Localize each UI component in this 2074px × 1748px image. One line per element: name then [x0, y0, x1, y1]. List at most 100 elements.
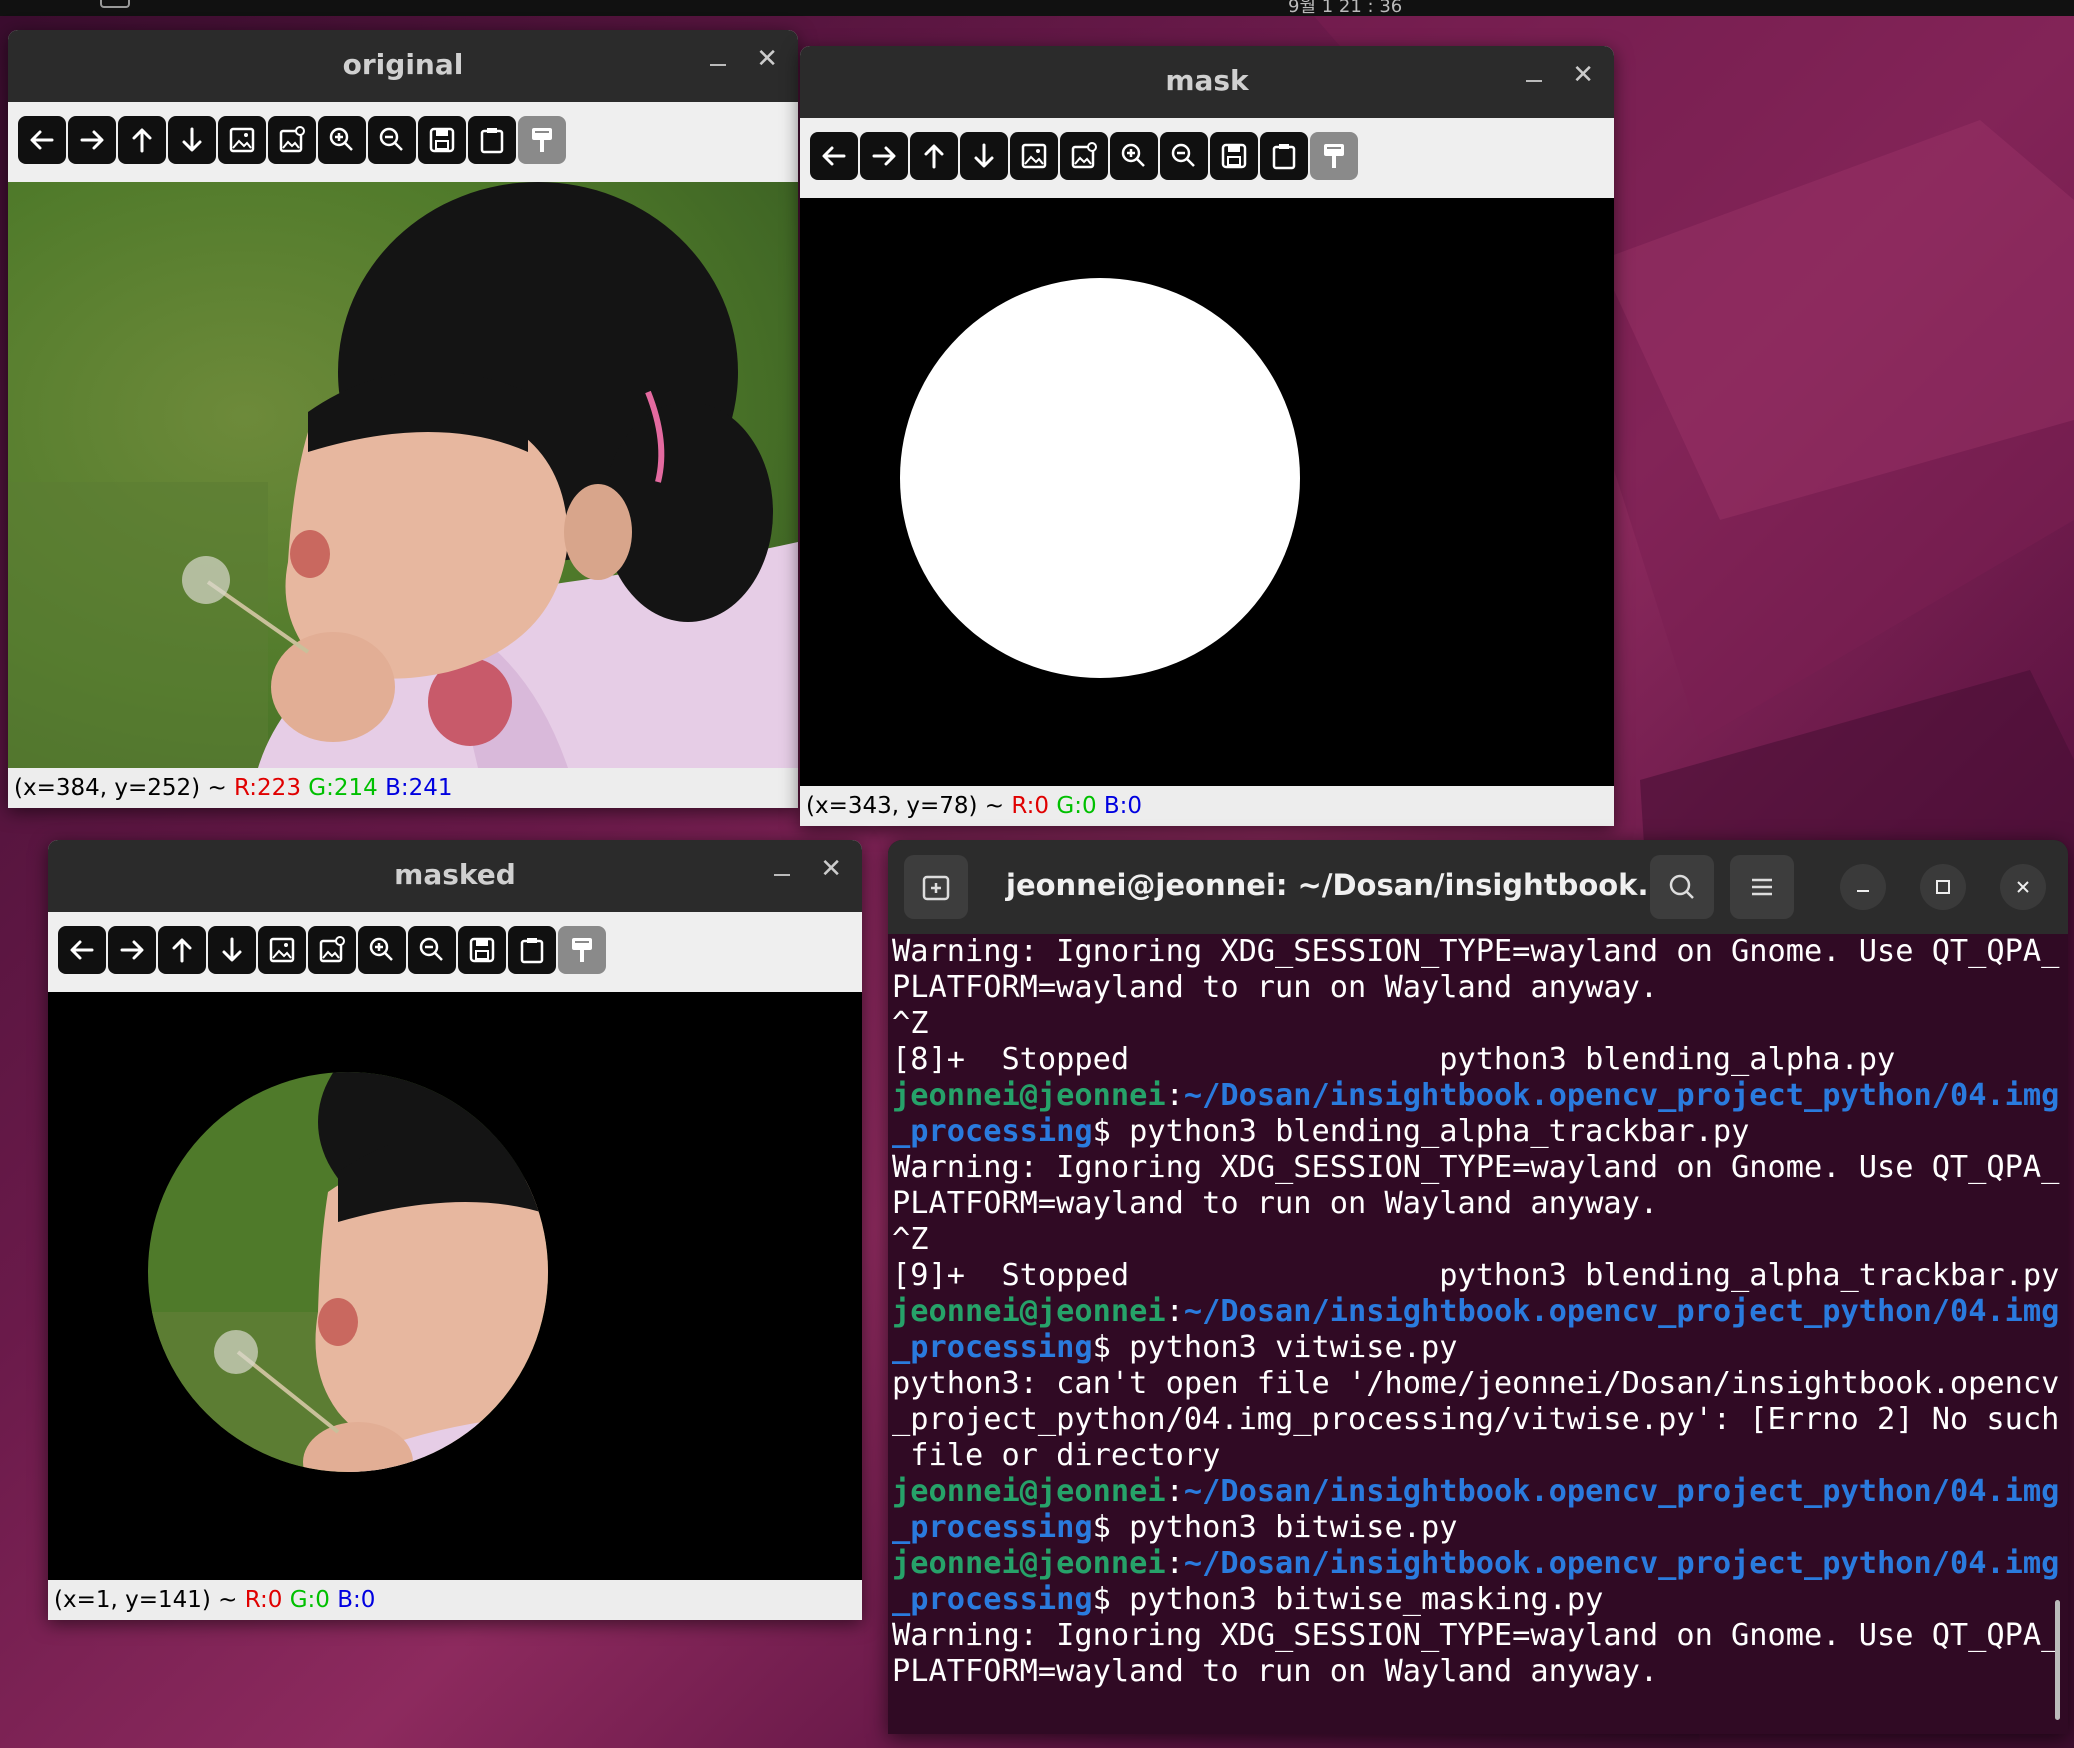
arrow-down-button[interactable]: [168, 116, 216, 164]
clipboard-icon: [520, 938, 544, 964]
clipboard-button[interactable]: [508, 926, 556, 974]
status-blue: B:0: [1103, 793, 1143, 819]
minimize-icon: [1857, 890, 1869, 892]
masked-window: masked ✕ (x=1, y=141) ~ R:0 G:0 B:0: [48, 840, 862, 1620]
zoom-in-icon: [329, 127, 353, 151]
terminal-output[interactable]: Warning: Ignoring XDG_SESSION_TYPE=wayla…: [892, 934, 2060, 1690]
command: python3 blending_alpha_trackbar.py: [1129, 1114, 1750, 1149]
image-settings-button[interactable]: [1060, 132, 1108, 180]
arrow-right-button[interactable]: [68, 116, 116, 164]
terminal-headerbar[interactable]: jeonnei@jeonnei: ~/Dosan/insightbook....: [888, 840, 2068, 934]
close-icon[interactable]: ✕: [1572, 60, 1594, 90]
zoom-out-button[interactable]: [1160, 132, 1208, 180]
arrow-down-button[interactable]: [208, 926, 256, 974]
clipboard-icon: [480, 128, 504, 154]
terminal-title: jeonnei@jeonnei: ~/Dosan/insightbook....: [1006, 868, 1682, 902]
arrow-left-button[interactable]: [810, 132, 858, 180]
arrow-down-icon: [182, 127, 202, 152]
status-red: R:0: [1011, 793, 1050, 819]
prompt-dollar: $: [1092, 1114, 1130, 1149]
image-view[interactable]: [48, 992, 862, 1580]
arrow-up-button[interactable]: [910, 132, 958, 180]
image-view[interactable]: [800, 198, 1614, 786]
image-settings-icon: [319, 936, 345, 963]
image-settings-button[interactable]: [308, 926, 356, 974]
prompt-dollar: $: [1092, 1582, 1130, 1617]
clock[interactable]: 9월 1 21 : 36: [1288, 0, 1402, 18]
arrow-right-button[interactable]: [860, 132, 908, 180]
output-line: PLATFORM=wayland to run on Wayland anywa…: [892, 1186, 1659, 1221]
prompt-path: _processing: [892, 1582, 1093, 1617]
activities-icon[interactable]: [100, 0, 130, 8]
output-line: PLATFORM=wayland to run on Wayland anywa…: [892, 970, 1659, 1005]
zoom-in-button[interactable]: [1110, 132, 1158, 180]
save-button[interactable]: [1210, 132, 1258, 180]
image-button[interactable]: [258, 926, 306, 974]
status-coords: (x=343, y=78) ~: [806, 793, 1012, 819]
prompt-path: ~/Dosan/insightbook.opencv_project_pytho…: [1183, 1078, 2060, 1113]
prompt-path: ~/Dosan/insightbook.opencv_project_pytho…: [1183, 1294, 2060, 1329]
prompt-line: _processing$ python3 bitwise.py: [892, 1510, 2048, 1546]
mask-window: mask ✕ (x=343, y=78) ~ R:0 G:0 B:0: [800, 46, 1614, 826]
minimize-icon[interactable]: [710, 64, 726, 66]
zoom-in-button[interactable]: [318, 116, 366, 164]
arrow-left-button[interactable]: [58, 926, 106, 974]
arrow-up-button[interactable]: [118, 116, 166, 164]
zoom-out-button[interactable]: [408, 926, 456, 974]
paint-brush-button[interactable]: [558, 926, 606, 974]
circle-mask-image: [800, 198, 1614, 786]
save-button[interactable]: [458, 926, 506, 974]
zoom-out-button[interactable]: [368, 116, 416, 164]
window-titlebar[interactable]: original ✕: [8, 30, 798, 102]
maximize-button[interactable]: [1920, 864, 1966, 910]
output-line: _project_python/04.img_processing/vitwis…: [892, 1402, 2060, 1437]
output-line: file or directory: [892, 1438, 1221, 1473]
arrow-up-icon: [924, 144, 944, 169]
menu-button[interactable]: [1730, 855, 1794, 919]
status-coords: (x=1, y=141) ~: [54, 1587, 245, 1613]
save-button[interactable]: [418, 116, 466, 164]
image-view[interactable]: [8, 182, 798, 768]
scrollbar[interactable]: [2055, 1600, 2060, 1720]
toolbar: [48, 912, 862, 992]
prompt-line: _processing$ python3 vitwise.py: [892, 1330, 2048, 1366]
zoom-in-button[interactable]: [358, 926, 406, 974]
arrow-left-button[interactable]: [18, 116, 66, 164]
arrow-down-button[interactable]: [960, 132, 1008, 180]
image-settings-button[interactable]: [268, 116, 316, 164]
close-icon[interactable]: ✕: [756, 44, 778, 74]
top-bar: 9월 1 21 : 36: [0, 0, 2074, 18]
window-titlebar[interactable]: mask ✕: [800, 46, 1614, 118]
paint-brush-icon: [572, 938, 592, 962]
command: python3 bitwise_masking.py: [1129, 1582, 1604, 1617]
minimize-button[interactable]: [1840, 864, 1886, 910]
clipboard-button[interactable]: [468, 116, 516, 164]
arrow-up-button[interactable]: [158, 926, 206, 974]
image-button[interactable]: [218, 116, 266, 164]
paint-brush-button[interactable]: [1310, 132, 1358, 180]
new-tab-button[interactable]: [904, 855, 968, 919]
prompt-user: jeonnei@jeonnei: [892, 1078, 1166, 1113]
toolbar: [800, 118, 1614, 198]
arrow-right-button[interactable]: [108, 926, 156, 974]
prompt-path: _processing: [892, 1330, 1093, 1365]
clipboard-button[interactable]: [1260, 132, 1308, 180]
close-button[interactable]: [2000, 864, 2046, 910]
minimize-icon[interactable]: [1526, 80, 1542, 82]
image-button[interactable]: [1010, 132, 1058, 180]
girl-blowing-dandelion-photo: [8, 182, 798, 768]
arrow-right-icon: [80, 130, 104, 150]
status-green: G:0: [1056, 793, 1097, 819]
close-icon: [2017, 881, 2029, 893]
arrow-down-icon: [222, 937, 242, 962]
image-icon: [269, 937, 295, 963]
paint-brush-button[interactable]: [518, 116, 566, 164]
zoom-out-icon: [379, 127, 403, 151]
clipboard-icon: [1272, 144, 1296, 170]
search-button[interactable]: [1650, 855, 1714, 919]
minimize-icon[interactable]: [774, 874, 790, 876]
arrow-left-icon: [70, 940, 94, 960]
zoom-in-icon: [369, 937, 393, 961]
close-icon[interactable]: ✕: [820, 854, 842, 884]
window-titlebar[interactable]: masked ✕: [48, 840, 862, 912]
